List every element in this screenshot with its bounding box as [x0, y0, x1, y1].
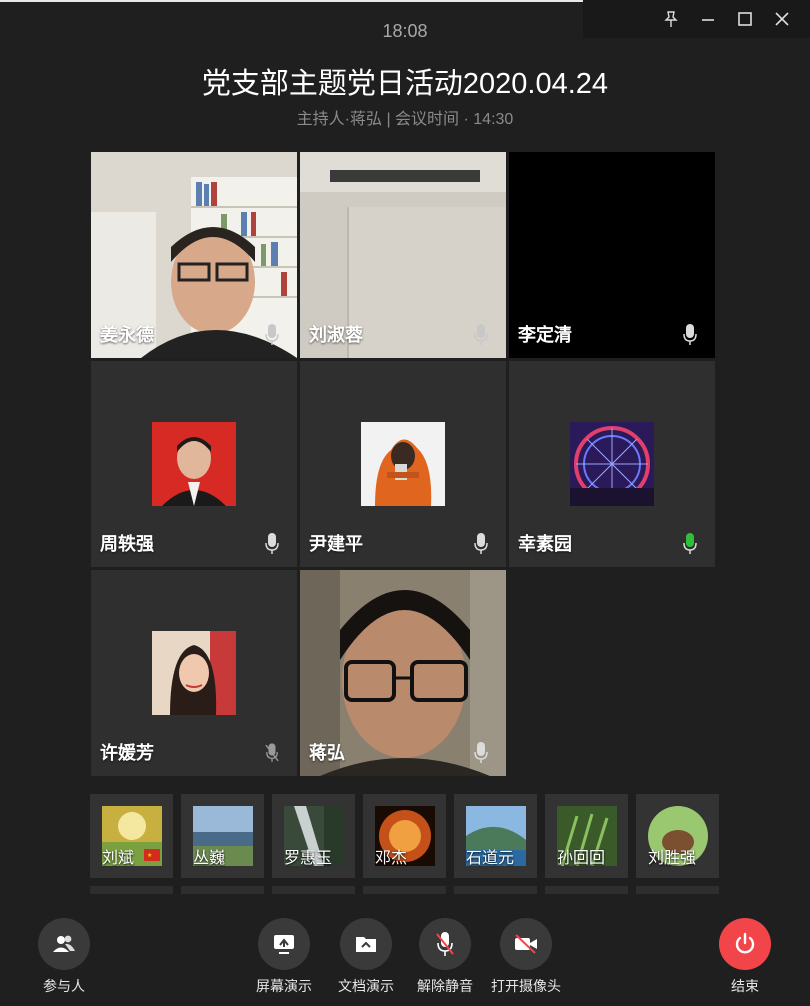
video-tile[interactable]: 尹建平	[300, 361, 506, 567]
participant-name: 周轶强	[100, 534, 154, 554]
microphone-speaking-icon	[683, 533, 697, 554]
participants-button[interactable]: 参与人	[14, 918, 114, 996]
flag-icon: ★	[144, 849, 160, 861]
strip-participant-name: 刘斌	[102, 850, 135, 867]
participant-strip-next-row	[90, 886, 730, 894]
strip-participant[interactable]: 罗惠玉	[272, 794, 355, 878]
avatar	[152, 631, 236, 715]
strip-participant[interactable]: 石道元	[454, 794, 537, 878]
microphone-icon	[683, 324, 697, 345]
strip-participant-name: 石道元	[466, 850, 515, 867]
strip-participant-name: 罗惠玉	[284, 850, 333, 867]
participant-name: 蒋弘	[309, 743, 345, 763]
clock: 18:08	[382, 21, 428, 41]
microphone-icon	[474, 742, 488, 763]
strip-participant[interactable]: 刘斌 ★	[90, 794, 173, 878]
participant-name: 幸素园	[518, 534, 572, 554]
participant-name: 许媛芳	[100, 743, 154, 763]
participant-name: 李定清	[518, 325, 572, 345]
video-tile[interactable]: 刘淑蓉	[300, 152, 506, 358]
video-tile[interactable]: 周轶强	[91, 361, 297, 567]
video-tile[interactable]: 幸素园	[509, 361, 715, 567]
svg-text:★: ★	[147, 852, 152, 859]
meeting-title: 党支部主题党日活动2020.04.24	[201, 68, 609, 100]
strip-participant-name: 刘胜强	[648, 850, 697, 867]
microphone-icon	[474, 324, 488, 345]
power-icon	[719, 918, 771, 970]
video-tile[interactable]: 李定清	[509, 152, 715, 358]
participant-name: 姜永德	[100, 325, 154, 345]
participant-name: 尹建平	[309, 534, 363, 554]
folder-share-icon	[340, 918, 392, 970]
participant-name: 刘淑蓉	[309, 325, 363, 345]
camera-off-icon	[500, 918, 552, 970]
avatar	[361, 422, 445, 506]
avatar	[570, 422, 654, 506]
video-tile[interactable]: 蒋弘	[300, 570, 506, 776]
strip-participant[interactable]: 孙回回	[545, 794, 628, 878]
microphone-icon	[265, 324, 279, 345]
meeting-subtitle: 主持人·蒋弘 | 会议时间 · 14:30	[296, 111, 514, 128]
avatar	[152, 422, 236, 506]
strip-participant[interactable]: 丛巍	[181, 794, 264, 878]
end-meeting-button[interactable]: 结束	[695, 918, 795, 996]
screen-share-icon	[258, 918, 310, 970]
microphone-icon	[474, 533, 488, 554]
strip-participant[interactable]: 邓杰	[363, 794, 446, 878]
people-icon	[38, 918, 90, 970]
strip-participant-name: 邓杰	[375, 850, 408, 867]
video-grid: 姜永德 刘淑蓉 李定清 周轶强 尹建平 幸素园 许媛芳 蒋弘	[91, 152, 715, 776]
strip-participant-name: 丛巍	[193, 850, 226, 867]
video-tile[interactable]: 姜永德	[91, 152, 297, 358]
participant-strip: 刘斌 ★ 丛巍 罗惠玉 邓杰 石道元 孙回回 刘胜强	[90, 794, 730, 878]
microphone-muted-icon	[419, 918, 471, 970]
video-tile[interactable]: 许媛芳	[91, 570, 297, 776]
strip-participant[interactable]: 刘胜强	[636, 794, 719, 878]
camera-button[interactable]: 打开摄像头	[476, 918, 576, 996]
microphone-icon	[265, 533, 279, 554]
top-edge-line	[0, 0, 583, 2]
microphone-muted-icon	[265, 743, 279, 762]
strip-participant-name: 孙回回	[557, 850, 606, 867]
